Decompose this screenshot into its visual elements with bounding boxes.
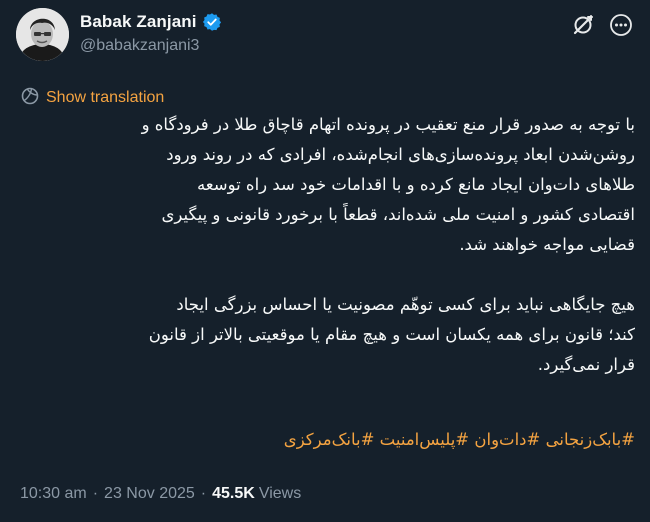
- views-label: Views: [258, 485, 302, 502]
- display-name[interactable]: Babak Zanjani: [80, 12, 197, 32]
- tweet-card: Babak Zanjani @babakzanjani3 Show transl…: [0, 0, 650, 522]
- hashtags: #بابک‌زنجانی #دات‌وان #پلیس‌امنیت #بانک‌…: [16, 430, 635, 449]
- hashtag-link[interactable]: #دات‌وان: [474, 430, 540, 449]
- hashtag-link[interactable]: #پلیس‌امنیت: [380, 430, 469, 449]
- tweet-line: قرار نمی‌گیرد.: [537, 355, 635, 374]
- hashtag-link[interactable]: #بابک‌زنجانی: [546, 430, 635, 449]
- hashtag-link[interactable]: #بانک‌مرکزی: [284, 430, 375, 449]
- tweet-date[interactable]: 23 Nov 2025: [104, 485, 195, 503]
- author-handle[interactable]: @babakzanjani3: [80, 37, 199, 55]
- tweet-line: قضایی مواجه خواهند شد.: [459, 235, 635, 254]
- avatar[interactable]: [16, 8, 69, 61]
- meta-separator: ·: [200, 485, 207, 502]
- show-translation-button[interactable]: Show translation: [20, 86, 164, 110]
- globe-icon: [20, 86, 40, 110]
- tweet-text: با توجه به صدور قرار منع تعقیب در پرونده…: [16, 110, 635, 380]
- grok-icon[interactable]: [570, 12, 596, 38]
- verified-badge-icon: [202, 12, 222, 32]
- tweet-line: روشن‌شدن ابعاد پرونده‌سازی‌های انجام‌شده…: [166, 145, 635, 164]
- views-count[interactable]: 45.5K: [212, 485, 255, 503]
- author-name-row: Babak Zanjani: [80, 12, 222, 32]
- meta-separator: ·: [92, 485, 99, 502]
- tweet-line: با توجه به صدور قرار منع تعقیب در پرونده…: [141, 115, 635, 134]
- tweet-line: طلاهای دات‌وان ایجاد مانع کرده و با اقدا…: [196, 175, 635, 194]
- translation-label: Show translation: [46, 89, 165, 106]
- tweet-time[interactable]: 10:30 am: [20, 485, 87, 503]
- tweet-line: هیچ جایگاهی نباید برای کسی توهّم مصونیت …: [176, 295, 635, 314]
- tweet-meta: 10:30 am · 23 Nov 2025 · 45.5K Views: [20, 485, 301, 503]
- tweet-line: کند؛ قانون برای همه یکسان است و هیچ مقام…: [148, 325, 635, 344]
- tweet-line: اقتصادی کشور و امنیت ملی شده‌اند، قطعاً …: [161, 205, 636, 224]
- more-icon[interactable]: [608, 12, 634, 38]
